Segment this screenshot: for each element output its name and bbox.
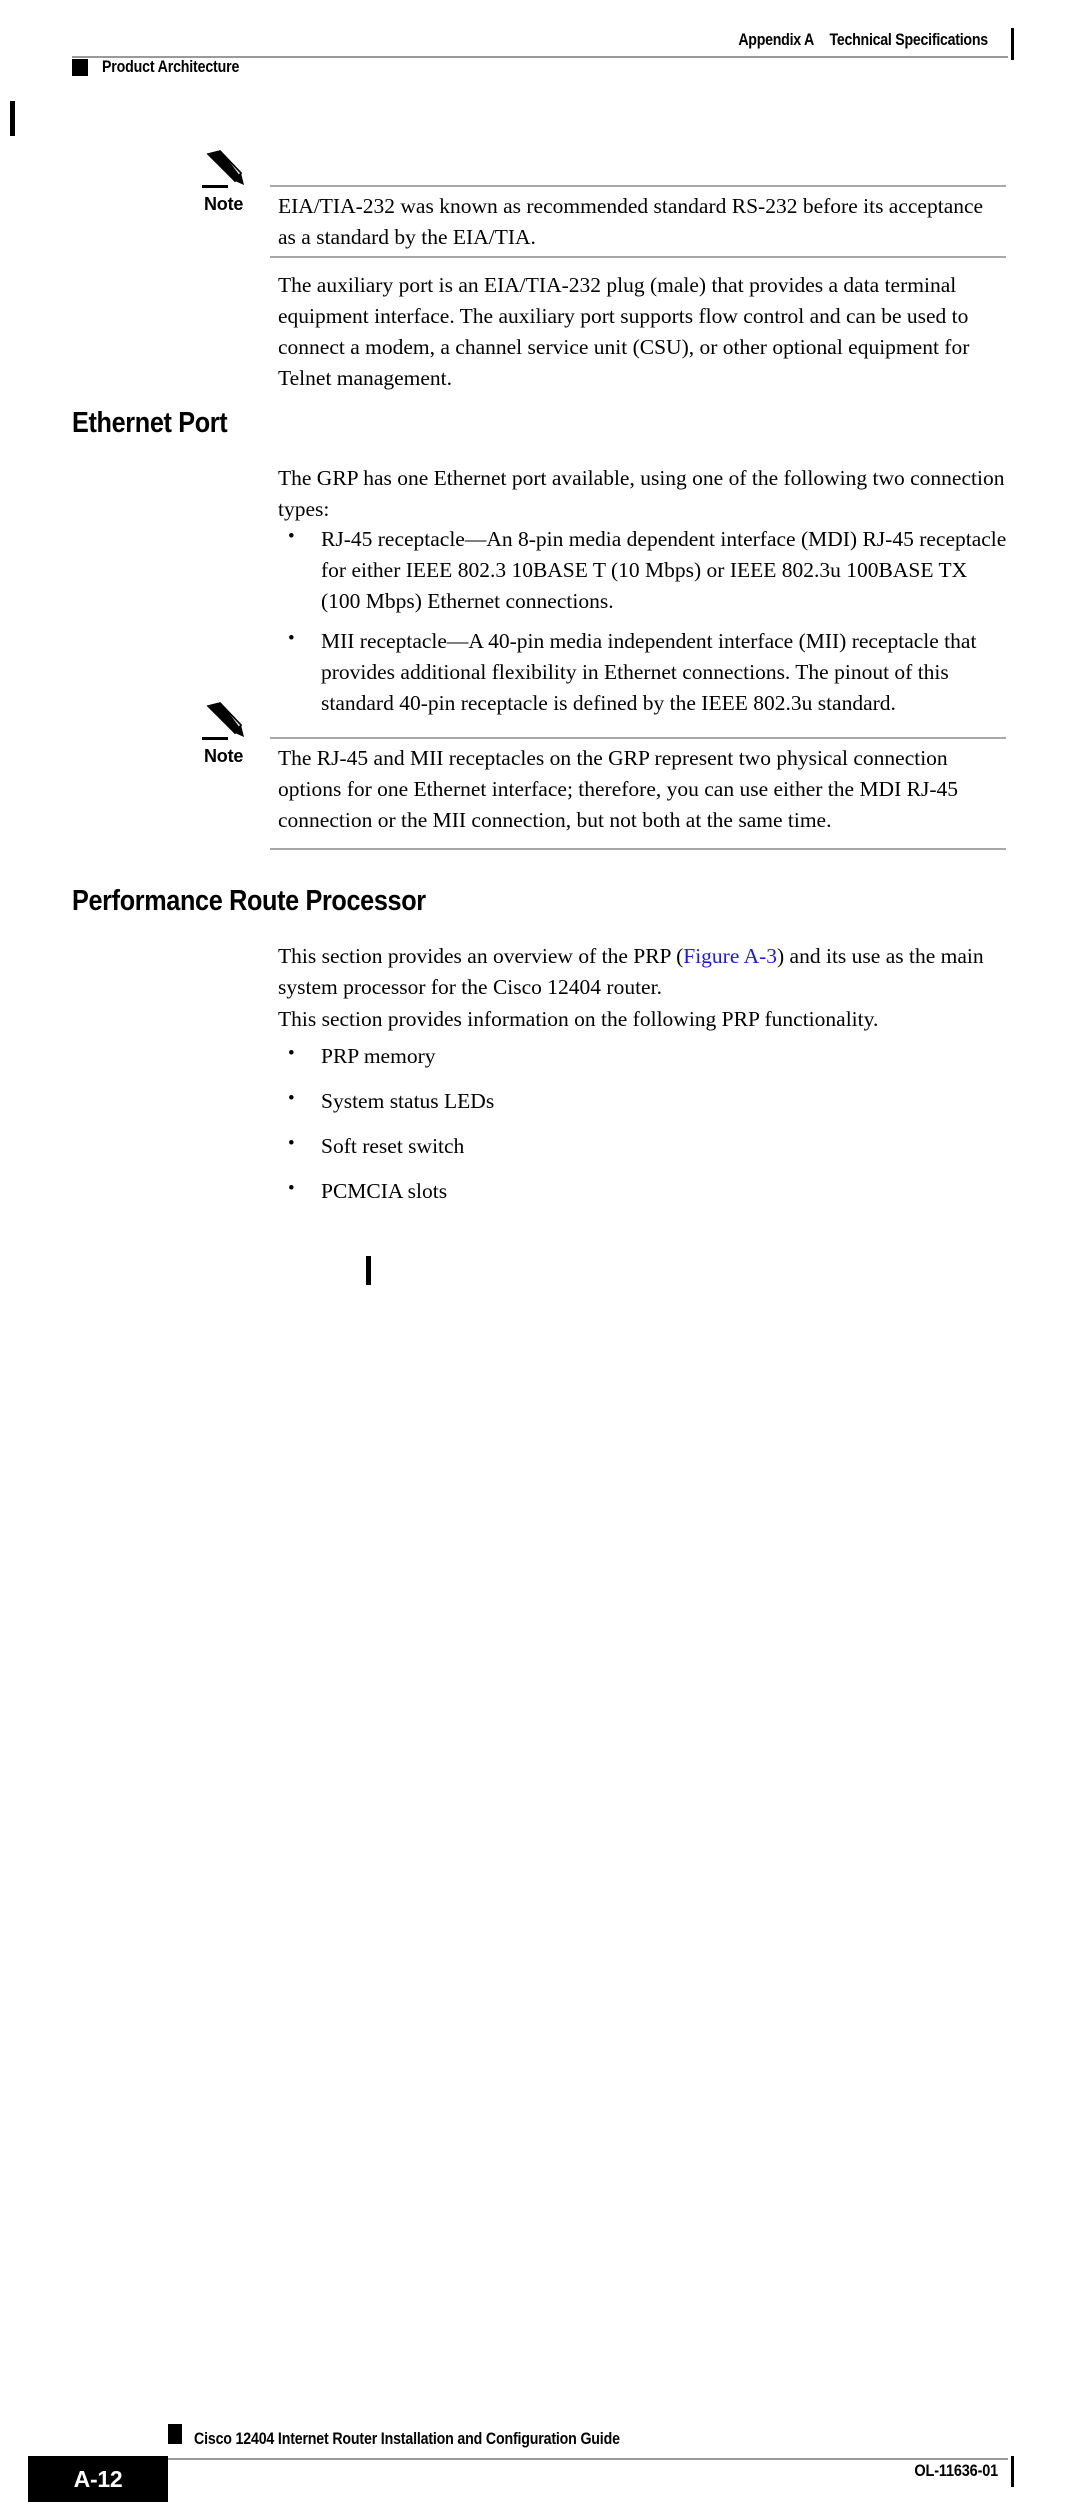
note-label-2: Note [204,746,244,766]
prp-overview-paragraph: This section provides an overview of the… [278,941,1005,1003]
note-label-1: Note [204,194,244,214]
note-text-2: The RJ-45 and MII receptacles on the GRP… [278,746,958,832]
footer-document-number: OL-11636-01 [914,2462,998,2480]
change-bar-top [10,101,15,136]
note-block-2: Note The RJ-45 and MII receptacles on th… [200,702,1006,850]
footer-edge-marker [1011,2456,1014,2487]
note-rule-top-1 [270,185,1006,187]
header-running-section: Product Architecture [72,58,262,77]
aux-port-paragraph-wrap: The auxiliary port is an EIA/TIA-232 plu… [278,270,1005,394]
pencil-note-icon [200,702,252,746]
page-footer: Cisco 12404 Internet Router Installation… [0,1206,1080,2502]
prp-functionality-intro-wrap: This section provides information on the… [278,1004,1005,1035]
note-block-1: Note EIA/TIA-232 was known as recommende… [200,150,1006,258]
header-appendix-info: Appendix A Technical Specifications [738,31,988,50]
aux-port-paragraph: The auxiliary port is an EIA/TIA-232 plu… [278,273,970,390]
note-rule-bottom-2 [270,848,1006,850]
list-item: PCMCIA slots [278,1175,1005,1207]
footer-page-number: A-12 [28,2456,168,2502]
list-item: System status LEDs [278,1085,1005,1117]
prp-functionality-intro-paragraph: This section provides information on the… [278,1007,879,1031]
prp-bullet-list: PRP memory System status LEDs Soft reset… [278,1040,1005,1207]
prp-overview-text-before: This section provides an overview of the… [278,944,684,968]
note-rule-bottom-1 [270,256,1006,258]
note-text-1: EIA/TIA-232 was known as recommended sta… [278,194,984,249]
note-rule-top-2 [270,737,1006,739]
header-appendix-label: Appendix A [738,31,814,49]
prp-bullet-list-wrap: PRP memory System status LEDs Soft reset… [278,1040,1005,1221]
header-appendix-title: Technical Specifications [829,31,988,49]
figure-a-3-link[interactable]: Figure A-3 [683,944,777,968]
prp-overview-wrap: This section provides an overview of the… [278,941,1005,1003]
ethernet-bullet-list: RJ-45 receptacle—An 8-pin media dependen… [278,523,1008,719]
document-page: Appendix A Technical Specifications Prod… [0,0,1080,2502]
section-heading-ethernet-port: Ethernet Port [72,407,228,439]
header-running-section-label: Product Architecture [102,58,240,76]
change-bar-footer [366,1256,371,1285]
ethernet-intro-paragraph: The GRP has one Ethernet port available,… [278,466,1005,521]
header-edge-marker [1011,28,1014,60]
section-heading-performance-route-processor: Performance Route Processor [72,885,426,917]
list-item: PRP memory [278,1040,1005,1072]
square-bullet-icon [168,2424,182,2444]
ethernet-intro-wrap: The GRP has one Ethernet port available,… [278,463,1005,525]
ethernet-bullet-list-wrap: RJ-45 receptacle—An 8-pin media dependen… [278,523,1008,719]
footer-divider-rule [168,2458,1008,2460]
footer-guide-title: Cisco 12404 Internet Router Installation… [194,2430,620,2448]
list-item: Soft reset switch [278,1130,1005,1162]
list-item: RJ-45 receptacle—An 8-pin media dependen… [278,523,1008,617]
square-bullet-icon [72,59,88,76]
page-header: Appendix A Technical Specifications Prod… [0,0,1080,90]
pencil-note-icon [200,150,252,194]
